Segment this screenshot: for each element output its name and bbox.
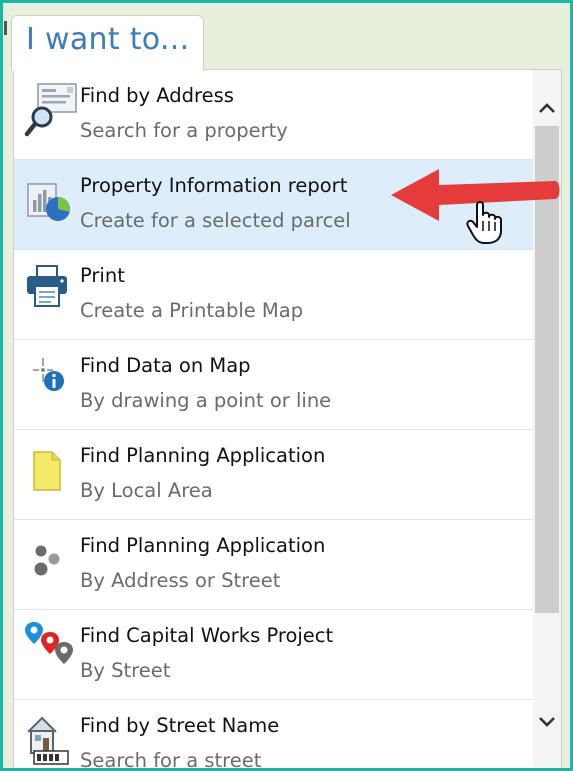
- house-street-icon: [24, 710, 80, 768]
- header-tab[interactable]: I want to...: [11, 15, 204, 71]
- scroll-up-button[interactable]: [533, 88, 561, 128]
- item-subtitle: By drawing a point or line: [80, 389, 332, 412]
- item-subtitle: Create a Printable Map: [80, 299, 304, 322]
- menu-item-find-capital-works-project[interactable]: Find Capital Works Project By Street: [14, 610, 533, 700]
- menu-item-find-by-address[interactable]: Find by Address Search for a property: [14, 70, 533, 160]
- chevron-up-icon: [539, 103, 555, 113]
- chevron-down-icon: [539, 717, 555, 727]
- menu-item-find-planning-application-address[interactable]: Find Planning Application By Address or …: [14, 520, 533, 610]
- item-subtitle: By Street: [80, 659, 171, 682]
- item-title: Find Planning Application: [80, 534, 326, 557]
- dots-cluster-icon: [24, 530, 80, 590]
- menu-item-find-data-on-map[interactable]: Find Data on Map By drawing a point or l…: [14, 340, 533, 430]
- edge-mark: [4, 21, 7, 35]
- menu-item-find-by-street-name[interactable]: Find by Street Name Search for a street: [14, 700, 533, 771]
- item-title: Find Capital Works Project: [80, 624, 334, 647]
- item-title: Print: [80, 264, 125, 287]
- item-subtitle: Search for a property: [80, 119, 288, 142]
- item-subtitle: By Address or Street: [80, 569, 281, 592]
- item-title: Property Information report: [80, 174, 348, 197]
- identify-info-icon: [24, 350, 80, 410]
- item-subtitle: Create for a selected parcel: [80, 209, 351, 232]
- i-want-to-widget: I want to... Find by Address Search for …: [0, 0, 573, 771]
- search-address-icon: [24, 80, 80, 140]
- menu-item-print[interactable]: Print Create a Printable Map: [14, 250, 533, 340]
- report-chart-icon: [24, 170, 80, 230]
- printer-icon: [24, 260, 80, 320]
- item-title: Find by Address: [80, 84, 234, 107]
- item-title: Find by Street Name: [80, 714, 280, 737]
- area-polygon-icon: [24, 440, 80, 500]
- item-title: Find Data on Map: [80, 354, 251, 377]
- item-subtitle: By Local Area: [80, 479, 213, 502]
- item-title: Find Planning Application: [80, 444, 326, 467]
- hand-pointer-cursor-icon: [465, 199, 505, 245]
- map-pins-icon: [24, 620, 80, 680]
- scroll-down-button[interactable]: [533, 702, 561, 742]
- page-title: I want to...: [26, 22, 190, 57]
- menu-item-find-planning-application-area[interactable]: Find Planning Application By Local Area: [14, 430, 533, 520]
- item-subtitle: Search for a street: [80, 749, 262, 771]
